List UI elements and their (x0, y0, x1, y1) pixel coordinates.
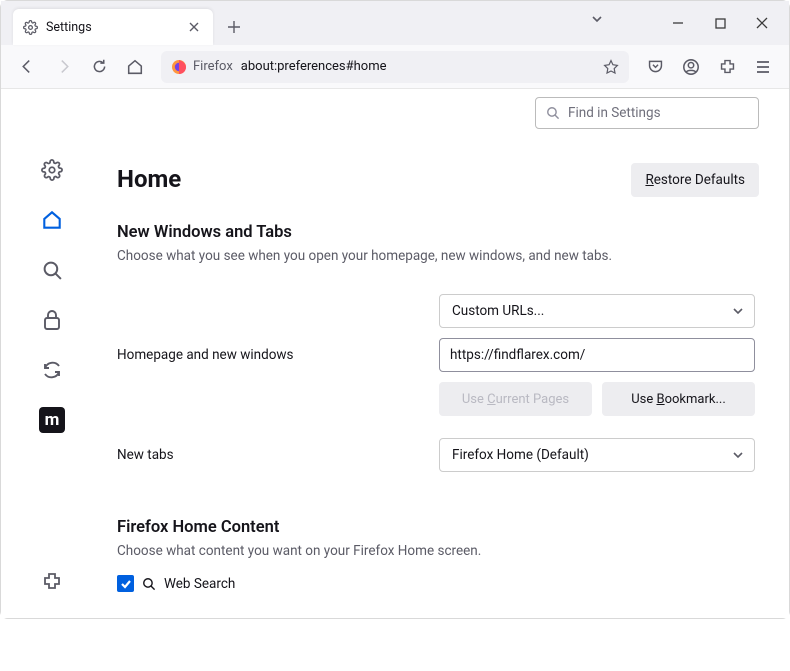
account-button[interactable] (675, 51, 707, 83)
url-scheme: Firefox (193, 59, 233, 74)
sidebar-search[interactable] (33, 251, 71, 289)
sidebar-privacy[interactable] (33, 301, 71, 339)
sidebar-extensions[interactable] (33, 562, 71, 600)
window-controls (657, 1, 783, 45)
minimize-button[interactable] (657, 7, 699, 39)
websearch-label: Web Search (164, 576, 235, 592)
reload-button[interactable] (83, 51, 115, 83)
homepage-label: Homepage and new windows (117, 347, 439, 363)
tab-bar: Settings (1, 1, 789, 45)
maximize-button[interactable] (699, 7, 741, 39)
section-home-content-title: Firefox Home Content (117, 518, 759, 537)
homepage-url-input[interactable] (439, 338, 755, 372)
close-icon[interactable] (185, 18, 203, 36)
bookmark-star-icon[interactable] (603, 59, 619, 75)
url-text: about:preferences#home (241, 59, 387, 74)
gear-icon (23, 20, 38, 35)
browser-tab[interactable]: Settings (13, 9, 213, 45)
section-home-content-desc: Choose what content you want on your Fir… (117, 543, 759, 559)
url-bar[interactable]: Firefox about:preferences#home (161, 51, 629, 83)
use-current-pages-button[interactable]: Use Current Pages (439, 382, 592, 416)
websearch-checkbox[interactable] (117, 575, 134, 592)
newtabs-label: New tabs (117, 447, 439, 463)
extensions-button[interactable] (711, 51, 743, 83)
section-new-windows-title: New Windows and Tabs (117, 223, 759, 242)
firefox-icon (171, 59, 187, 75)
tab-title: Settings (46, 20, 177, 35)
new-tab-button[interactable] (219, 12, 249, 42)
sidebar-home[interactable] (33, 201, 71, 239)
homepage-mode-select[interactable]: Custom URLs... (439, 294, 755, 328)
section-new-windows-desc: Choose what you see when you open your h… (117, 248, 759, 264)
chevron-down-icon (732, 449, 744, 461)
restore-defaults-button[interactable]: Restore Defaults (631, 163, 759, 197)
search-icon (142, 577, 156, 591)
use-bookmark-button[interactable]: Use Bookmark... (602, 382, 755, 416)
close-button[interactable] (741, 7, 783, 39)
sidebar-more[interactable]: m (33, 401, 71, 439)
settings-content: Find in Settings Home Restore Defaults N… (103, 89, 789, 618)
find-settings-input[interactable]: Find in Settings (535, 97, 759, 129)
app-menu-button[interactable] (747, 51, 779, 83)
search-icon (546, 106, 560, 120)
home-button[interactable] (119, 51, 151, 83)
forward-button[interactable] (47, 51, 79, 83)
back-button[interactable] (11, 51, 43, 83)
tab-dropdown-icon[interactable] (591, 13, 603, 25)
settings-sidebar: m (1, 89, 103, 618)
firefox-identity: Firefox (171, 59, 233, 75)
sidebar-sync[interactable] (33, 351, 71, 389)
sidebar-general[interactable] (33, 151, 71, 189)
newtabs-select[interactable]: Firefox Home (Default) (439, 438, 755, 472)
chevron-down-icon (732, 305, 744, 317)
pocket-button[interactable] (639, 51, 671, 83)
toolbar: Firefox about:preferences#home (1, 45, 789, 89)
